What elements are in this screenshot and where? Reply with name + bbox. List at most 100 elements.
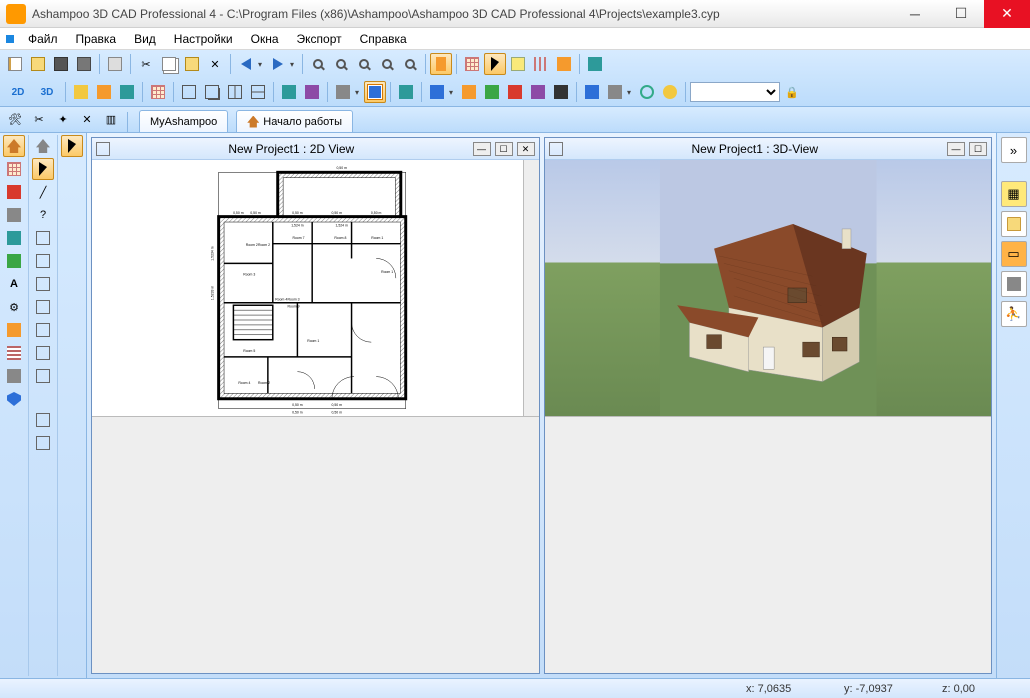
layers-button[interactable] <box>584 53 606 75</box>
zoom-select-button[interactable] <box>399 53 421 75</box>
window-split-h-button[interactable] <box>224 81 246 103</box>
window-tile-button[interactable] <box>178 81 200 103</box>
menu-view[interactable]: Вид <box>126 30 164 48</box>
zoom-button[interactable] <box>307 53 329 75</box>
redo-button[interactable] <box>267 53 289 75</box>
tb2-btn-n[interactable] <box>550 81 572 103</box>
rs-btn-4[interactable] <box>1001 271 1027 297</box>
window-split-v-button[interactable] <box>247 81 269 103</box>
tb2-btn-p[interactable] <box>604 81 626 103</box>
guides-button[interactable] <box>530 53 552 75</box>
pane-maximize-button[interactable]: ☐ <box>495 142 513 156</box>
list-icon[interactable]: ▥ <box>100 108 122 130</box>
rs-materials-icon[interactable]: ▭ <box>1001 241 1027 267</box>
view-2d-scroll-h[interactable] <box>92 416 539 673</box>
tb2-btn-m[interactable] <box>527 81 549 103</box>
vt1-btn-9[interactable] <box>3 319 25 341</box>
vt1-grid-icon[interactable] <box>3 158 25 180</box>
new-button[interactable] <box>4 53 26 75</box>
view-2d-scroll-v[interactable] <box>523 160 539 416</box>
vt2-house-icon[interactable] <box>32 135 54 157</box>
vt2-btn-6[interactable] <box>32 250 54 272</box>
tab-start[interactable]: Начало работы <box>236 110 353 132</box>
close-tab-icon[interactable]: ✕ <box>76 108 98 130</box>
zoom-out-button[interactable] <box>353 53 375 75</box>
pane-maximize-button[interactable]: ☐ <box>969 142 987 156</box>
menu-edit[interactable]: Правка <box>68 30 125 48</box>
tb2-btn-f[interactable] <box>301 81 323 103</box>
paste-button[interactable] <box>181 53 203 75</box>
tb2-btn-c[interactable] <box>116 81 138 103</box>
print-button[interactable] <box>104 53 126 75</box>
tb2-btn-l[interactable] <box>504 81 526 103</box>
vt2-btn-12[interactable] <box>32 409 54 431</box>
tb2-btn-j[interactable] <box>458 81 480 103</box>
pane-minimize-button[interactable]: — <box>947 142 965 156</box>
pane-close-button[interactable]: ✕ <box>517 142 535 156</box>
mode-edit-button[interactable] <box>430 53 452 75</box>
vt1-shield-icon[interactable] <box>3 388 25 410</box>
tb2-btn-h[interactable] <box>364 81 386 103</box>
vt2-btn-13[interactable] <box>32 432 54 454</box>
grid-button[interactable] <box>461 53 483 75</box>
vt1-btn-11[interactable] <box>3 365 25 387</box>
rs-folder-icon[interactable] <box>1001 211 1027 237</box>
undo-button[interactable] <box>235 53 257 75</box>
view-2d-canvas[interactable]: 0,50 m 0,50 m 0,50 m 0,50 m 0,50 m 0,50 … <box>92 160 539 416</box>
rs-person-icon[interactable]: ⛹ <box>1001 301 1027 327</box>
save-button[interactable] <box>50 53 72 75</box>
tb2-btn-o[interactable] <box>581 81 603 103</box>
close-button[interactable]: ✕ <box>984 0 1030 28</box>
tb2-btn-d[interactable] <box>147 81 169 103</box>
vt2-select-icon[interactable] <box>32 158 54 180</box>
ruler-button[interactable] <box>507 53 529 75</box>
select-button[interactable] <box>484 53 506 75</box>
cut-tool-icon[interactable]: ✂ <box>28 108 50 130</box>
vt1-text-icon[interactable]: A <box>3 273 25 295</box>
snap-button[interactable] <box>553 53 575 75</box>
menu-settings[interactable]: Настройки <box>166 30 241 48</box>
view-3d-scroll-h[interactable] <box>545 416 992 673</box>
tb2-btn-g[interactable] <box>332 81 354 103</box>
3d-button[interactable]: 3D <box>33 81 61 103</box>
vt1-btn-5[interactable] <box>3 227 25 249</box>
vt3-cursor-icon[interactable] <box>61 135 83 157</box>
tb2-lock-button[interactable]: 🔒 <box>781 81 803 103</box>
tools-icon[interactable]: 🛠 <box>4 108 26 130</box>
tb2-btn-i[interactable] <box>395 81 417 103</box>
vt1-btn-4[interactable] <box>3 204 25 226</box>
cut-button[interactable]: ✂ <box>135 53 157 75</box>
vt2-btn-7[interactable] <box>32 273 54 295</box>
zoom-in-button[interactable] <box>330 53 352 75</box>
vt1-gear-icon[interactable]: ⚙ <box>3 296 25 318</box>
pane-minimize-button[interactable]: — <box>473 142 491 156</box>
tab-myashampoo[interactable]: MyAshampoo <box>139 110 228 132</box>
vt1-group-icon[interactable] <box>3 135 25 157</box>
window-cascade-button[interactable] <box>201 81 223 103</box>
vt2-btn-10[interactable] <box>32 342 54 364</box>
vt1-wall-icon[interactable] <box>3 181 25 203</box>
menu-export[interactable]: Экспорт <box>289 30 350 48</box>
maximize-button[interactable]: ☐ <box>938 0 984 28</box>
delete-button[interactable]: ✕ <box>204 53 226 75</box>
vt2-line-icon[interactable]: ╱ <box>32 181 54 203</box>
save-as-button[interactable] <box>73 53 95 75</box>
wand-icon[interactable]: ✦ <box>52 108 74 130</box>
rs-expand-icon[interactable]: » <box>1001 137 1027 163</box>
vt1-btn-10[interactable] <box>3 342 25 364</box>
floor-combo[interactable] <box>690 82 780 102</box>
vt2-btn-8[interactable] <box>32 296 54 318</box>
menu-file[interactable]: Файл <box>20 30 66 48</box>
tb2-btn-r[interactable] <box>659 81 681 103</box>
copy-button[interactable] <box>158 53 180 75</box>
tb2-btn-q[interactable] <box>636 81 658 103</box>
open-button[interactable] <box>27 53 49 75</box>
rs-catalog-icon[interactable]: ▦ <box>1001 181 1027 207</box>
tb2-btn-b[interactable] <box>93 81 115 103</box>
vt2-btn-5[interactable] <box>32 227 54 249</box>
zoom-fit-button[interactable] <box>376 53 398 75</box>
menu-windows[interactable]: Окна <box>243 30 287 48</box>
vt1-btn-6[interactable] <box>3 250 25 272</box>
vt2-btn-11[interactable] <box>32 365 54 387</box>
vt2-btn-9[interactable] <box>32 319 54 341</box>
